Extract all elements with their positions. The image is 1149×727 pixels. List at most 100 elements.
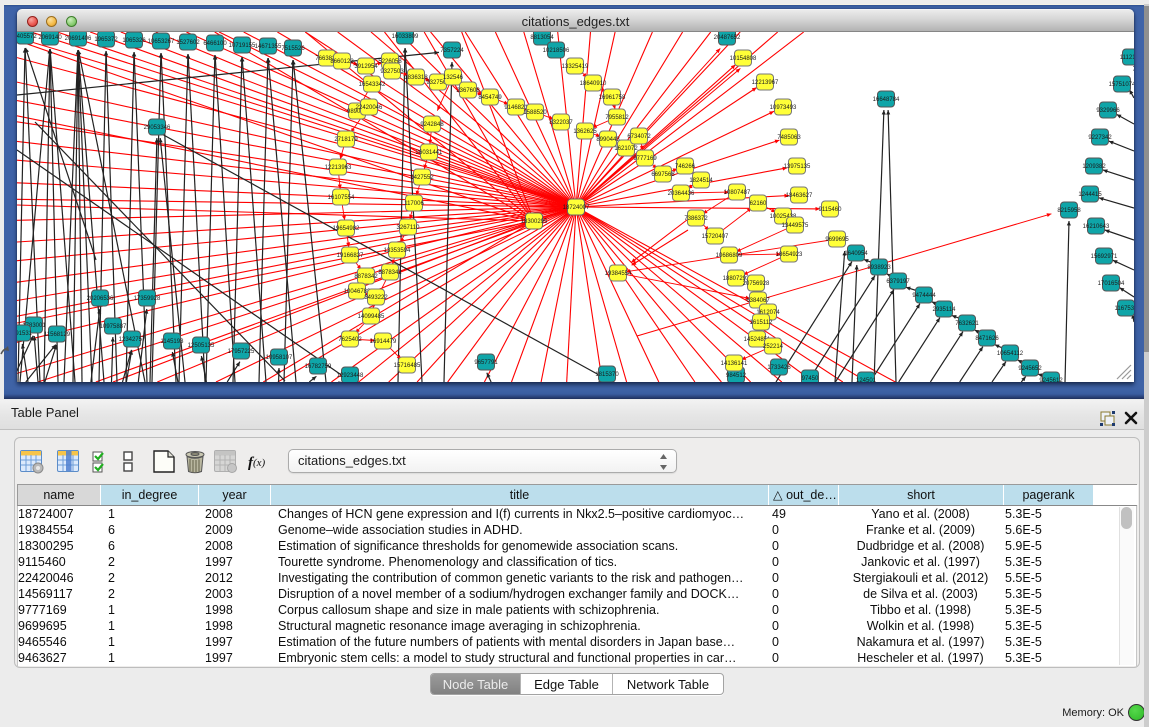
svg-text:17359928: 17359928 [134, 296, 161, 302]
svg-text:1527602: 1527602 [176, 40, 200, 46]
svg-text:13449575: 13449575 [782, 223, 809, 229]
svg-text:16033809: 16033809 [392, 34, 419, 40]
svg-text:20364436: 20364436 [668, 191, 695, 197]
svg-text:7386372: 7386372 [684, 216, 708, 222]
svg-text:22420046: 22420046 [356, 105, 383, 111]
svg-text:9242848: 9242848 [420, 122, 444, 128]
svg-text:10958107: 10958107 [266, 355, 293, 361]
svg-text:2069140: 2069140 [38, 35, 62, 41]
svg-text:62160: 62160 [750, 201, 767, 207]
svg-text:9474444: 9474444 [912, 293, 936, 299]
svg-text:8938923: 8938923 [867, 265, 891, 271]
svg-text:15720407: 15720407 [702, 234, 729, 240]
svg-text:10807487: 10807487 [724, 190, 751, 196]
svg-text:9327503: 9327503 [380, 69, 404, 75]
svg-text:1733426: 1733426 [767, 365, 791, 371]
svg-text:3912954: 3912954 [354, 64, 378, 70]
svg-text:191531: 191531 [17, 331, 33, 337]
svg-text:10654112: 10654112 [997, 351, 1024, 357]
svg-text:17957225: 17957225 [228, 349, 255, 355]
svg-text:6734072: 6734072 [627, 134, 651, 140]
svg-text:10719155: 10719155 [229, 43, 256, 49]
svg-text:12505135: 12505135 [188, 343, 215, 349]
svg-text:14099485: 14099485 [358, 314, 385, 320]
svg-text:9115460: 9115460 [819, 207, 843, 213]
svg-text:9657791: 9657791 [474, 360, 498, 366]
svg-text:16107554: 16107554 [328, 195, 355, 201]
svg-text:10653267: 10653267 [148, 39, 175, 45]
svg-text:6384067: 6384067 [746, 298, 770, 304]
svg-text:746266: 746266 [675, 164, 696, 170]
svg-text:10975887: 10975887 [100, 324, 127, 330]
svg-text:16543342: 16543342 [359, 82, 386, 88]
svg-text:10218506: 10218506 [543, 48, 570, 54]
svg-text:1615112: 1615112 [750, 320, 774, 326]
svg-text:9245612: 9245612 [1039, 378, 1063, 382]
svg-text:19166827: 19166827 [337, 253, 364, 259]
svg-text:1824514: 1824514 [689, 178, 713, 184]
svg-text:8813054: 8813054 [530, 35, 554, 41]
svg-text:19384554: 19384554 [605, 271, 632, 277]
svg-text:1145193: 1145193 [161, 339, 185, 345]
svg-text:1588520: 1588520 [523, 110, 547, 116]
svg-text:14671355: 14671355 [255, 44, 282, 50]
svg-text:20756928: 20756928 [743, 281, 770, 287]
svg-text:7625402: 7625402 [338, 337, 362, 343]
svg-text:15692971: 15692971 [1091, 254, 1118, 260]
svg-text:1167531: 1167531 [1115, 306, 1134, 312]
svg-text:252214: 252214 [763, 344, 784, 350]
svg-text:15751074: 15751074 [1109, 82, 1134, 88]
svg-text:9777169: 9777169 [633, 156, 657, 162]
svg-text:1112131: 1112131 [1120, 55, 1134, 61]
svg-text:9245652: 9245652 [1018, 366, 1042, 372]
svg-text:8878342: 8878342 [378, 270, 402, 276]
svg-text:1965372: 1965372 [94, 37, 118, 43]
svg-text:8322037: 8322037 [549, 120, 573, 126]
svg-text:8878342: 8878342 [354, 274, 378, 280]
svg-text:1362625: 1362625 [573, 129, 597, 135]
svg-text:1065326: 1065326 [122, 38, 146, 44]
svg-text:18724007: 18724007 [563, 205, 590, 211]
svg-text:2367608: 2367608 [456, 88, 480, 94]
svg-text:7515526: 7515526 [281, 46, 305, 52]
svg-text:10973493: 10973493 [770, 105, 797, 111]
svg-text:1405572: 1405572 [17, 34, 37, 40]
svg-text:14136141: 14136141 [721, 361, 748, 367]
svg-text:1209382: 1209382 [1082, 164, 1106, 170]
svg-text:16961758: 16961758 [599, 95, 626, 101]
svg-text:7485063: 7485063 [777, 135, 801, 141]
svg-text:1621072: 1621072 [614, 146, 638, 152]
svg-text:6379197: 6379197 [886, 279, 910, 285]
svg-text:10686809: 10686809 [716, 253, 743, 259]
svg-text:1836318: 1836318 [404, 75, 428, 81]
svg-text:97450: 97450 [802, 376, 819, 382]
svg-text:6697568: 6697568 [651, 172, 675, 178]
svg-text:19654982: 19654982 [333, 226, 360, 232]
svg-text:18654923: 18654923 [776, 252, 803, 258]
svg-text:132546: 132546 [443, 75, 464, 81]
svg-text:12923448: 12923448 [337, 373, 364, 379]
svg-text:7357224: 7357224 [440, 48, 464, 54]
svg-text:3267110: 3267110 [397, 225, 421, 231]
svg-text:18463627: 18463627 [786, 193, 813, 199]
svg-text:9427552: 9427552 [410, 175, 434, 181]
svg-text:16648784: 16648784 [873, 97, 900, 103]
svg-text:9699695: 9699695 [825, 237, 849, 243]
svg-text:8215958: 8215958 [1057, 208, 1081, 214]
svg-text:1244415: 1244415 [1078, 192, 1102, 198]
svg-text:16914479: 16914479 [370, 339, 397, 345]
svg-text:8660123: 8660123 [330, 59, 354, 65]
svg-text:7632621: 7632621 [955, 321, 979, 327]
svg-text:20691406: 20691406 [65, 36, 92, 42]
svg-text:8471626: 8471626 [975, 336, 999, 342]
svg-text:16210643: 16210643 [1083, 224, 1110, 230]
svg-text:984512: 984512 [726, 373, 747, 379]
svg-text:12213967: 12213967 [752, 80, 779, 86]
svg-text:13353594: 13353594 [384, 248, 411, 254]
svg-text:6466100: 6466100 [203, 41, 227, 47]
svg-text:(x): (x) [253, 457, 266, 469]
svg-text:18300295: 18300295 [521, 219, 548, 225]
svg-text:26031441: 26031441 [416, 150, 443, 156]
svg-text:11568129: 11568129 [44, 332, 71, 338]
svg-text:9329966: 9329966 [1096, 108, 1120, 114]
